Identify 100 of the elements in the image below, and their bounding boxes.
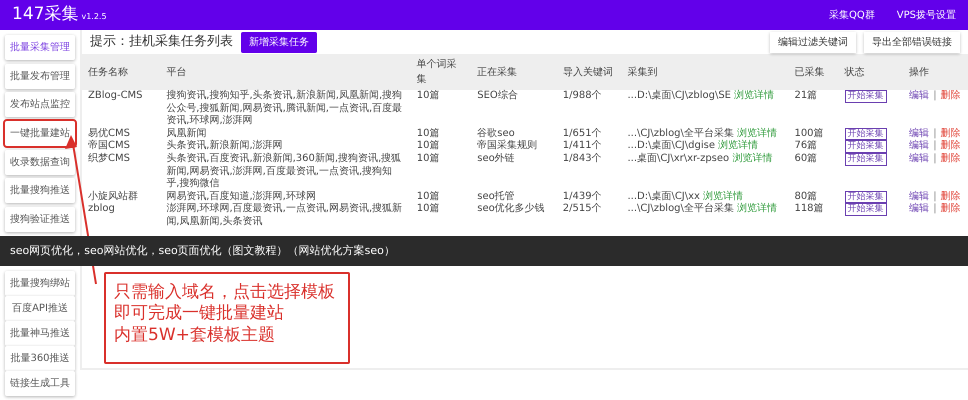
sidebar-item[interactable]: 批量搜狗推送 — [5, 178, 75, 204]
table-cell-text: 76篇 — [793, 140, 818, 153]
path-text: ...\CJ\zblog\全平台采集 — [627, 203, 734, 214]
table-cell: SEO综合 — [471, 90, 557, 128]
sidebar-item[interactable]: 搜狗验证推送 — [5, 206, 75, 232]
table-cell: 10篇 — [410, 90, 472, 128]
details-link[interactable]: 浏览详情 — [703, 190, 744, 202]
table-cell-text: 帝国采集规则 — [476, 140, 538, 153]
table-cell-text: 1/411个 — [562, 140, 603, 153]
table-cell: 网易资讯,百度知道,澎湃网,环球网 — [160, 190, 411, 204]
column-header: 导入关键词 — [556, 54, 622, 90]
delete-link[interactable]: 删除 — [940, 128, 961, 138]
edit-link[interactable]: 编辑 — [909, 128, 930, 138]
start-button[interactable]: 开始采集 — [844, 128, 887, 140]
table-cell-text: 头条资讯,百度资讯,新浪新闻,360新闻,搜狗资讯,搜狐新闻,网易资讯,澎湃网,百度最资讯,一点资讯,搜狗知乎,搜狗微信 — [165, 153, 402, 190]
table-cell-text: seo优化多少钱 — [476, 203, 546, 216]
separator: | — [933, 190, 937, 202]
details-link[interactable]: 浏览详情 — [732, 153, 772, 164]
column-header: 采集到 — [621, 54, 788, 90]
column-header: 单个词采集 — [410, 54, 472, 90]
column-header: 操作 — [903, 54, 968, 90]
delete-link[interactable]: 删除 — [940, 140, 961, 152]
table-cell-text: 10篇 — [416, 153, 440, 166]
start-button[interactable]: 开始采集 — [844, 190, 887, 204]
table-cell: 21篇 — [788, 90, 839, 128]
table-cell-text: 10篇 — [416, 203, 440, 216]
sidebar-item[interactable]: 百度API推送 — [5, 296, 75, 321]
table-cell: ZBlog-CMS — [82, 90, 160, 128]
start-button[interactable]: 开始采集 — [844, 153, 887, 166]
edit-link[interactable]: 编辑 — [909, 90, 930, 101]
path-text: ...D:\桌面\CJ\zblog\SE — [627, 90, 732, 101]
table-cell: 易优CMS — [82, 128, 160, 140]
details-link[interactable]: 浏览详情 — [734, 90, 774, 101]
edit-link[interactable]: 编辑 — [909, 153, 930, 164]
callout-text: 内置5W+套模板主题 — [114, 324, 276, 346]
sidebar-item[interactable]: 一键批量建站 — [5, 120, 75, 146]
column-header: 状态 — [838, 54, 904, 90]
details-link[interactable]: 浏览详情 — [737, 128, 778, 138]
table-cell: 凤凰新闻 — [160, 128, 411, 140]
callout-text: 即可完成一键批量建站 — [114, 303, 285, 324]
column-header: 任务名称 — [82, 54, 160, 90]
toolbar-button[interactable]: 导出全部错误链接 — [864, 32, 960, 52]
toolbar-button[interactable]: 编辑过滤关键词 — [770, 32, 856, 52]
sidebar-item[interactable]: 批量360推送 — [5, 346, 75, 371]
path-text: ...\CJ\zblog\全平台采集 — [627, 128, 734, 138]
table-cell: 10篇 — [410, 128, 472, 140]
separator: | — [933, 140, 937, 152]
separator: | — [933, 90, 937, 101]
version-label: v1.2.5 — [81, 11, 107, 24]
sidebar-item[interactable]: 批量发布管理 — [5, 64, 75, 89]
delete-link[interactable]: 删除 — [940, 90, 961, 101]
table-cell-text: 60篇 — [793, 153, 818, 166]
delete-link[interactable]: 删除 — [940, 190, 961, 202]
delete-link[interactable]: 删除 — [940, 203, 961, 214]
table-cell-text: 2/515个 — [562, 203, 603, 216]
table-cell: 谷歌seo — [471, 128, 557, 140]
start-button[interactable]: 开始采集 — [844, 90, 887, 103]
table-cell-text: zblog — [87, 203, 116, 216]
table-cell-text: 1/439个 — [562, 190, 603, 203]
separator: | — [933, 203, 937, 214]
path-text: ...D:\桌面\CJ\xx — [627, 190, 700, 202]
sidebar-item[interactable]: 批量采集管理 — [5, 35, 75, 60]
path-text: ...D:\桌面\CJ\dgise — [627, 140, 715, 152]
details-link[interactable]: 浏览详情 — [737, 203, 778, 214]
edit-link[interactable]: 编辑 — [909, 203, 930, 214]
sidebar-item[interactable]: 批量搜狗绑站 — [5, 271, 75, 296]
app-title: 147采集 — [12, 3, 78, 26]
table-cell: 100篇 — [788, 128, 839, 140]
edit-link[interactable]: 编辑 — [909, 140, 930, 152]
column-header: 正在采集 — [471, 54, 557, 90]
delete-link[interactable]: 删除 — [940, 153, 961, 164]
details-link[interactable]: 浏览详情 — [718, 140, 758, 152]
table-cell: 80篇 — [788, 190, 839, 204]
table-cell-text: 澎湃网,环球网,百度最资讯,一点资讯,网易资讯,搜狐新闻,凤凰新闻,头条资讯 — [165, 203, 404, 228]
sidebar-item[interactable]: 发布站点监控 — [5, 92, 75, 118]
edit-link[interactable]: 编辑 — [909, 190, 930, 202]
hint-text: 提示：挂机采集任务列表 — [90, 33, 233, 52]
table-cell: 1/988个 — [556, 90, 622, 128]
sidebar-item[interactable]: 批量神马推送 — [5, 321, 75, 346]
table-cell: 织梦CMS — [82, 153, 160, 191]
header-link[interactable]: VPS拨号设置 — [896, 8, 956, 22]
separator: | — [933, 153, 937, 164]
start-button[interactable]: 开始采集 — [844, 140, 887, 154]
header-link[interactable]: 采集QQ群 — [829, 8, 875, 22]
table-cell: 搜狗资讯,搜狗知乎,头条资讯,新浪新闻,凤凰新闻,搜狗公众号,搜狐新闻,网易资讯,腾讯新闻,一点资讯,百度最资讯,环球网,澎湃网 — [160, 90, 411, 128]
separator: | — [933, 128, 937, 138]
column-header: 平台 — [160, 54, 411, 90]
table-cell: seo托管 — [471, 190, 557, 204]
table-cell: seo外链 — [471, 153, 557, 191]
table-cell: 1/651个 — [556, 128, 622, 140]
table-cell: 1/843个 — [556, 153, 622, 191]
add-task-button[interactable]: 新增采集任务 — [241, 32, 317, 52]
sidebar-item[interactable]: 链接生成工具 — [5, 371, 75, 396]
start-button[interactable]: 开始采集 — [844, 203, 887, 216]
table-cell: 头条资讯,新浪新闻,澎湃网 — [160, 140, 411, 154]
sidebar-item[interactable]: 收录数据查询 — [5, 150, 75, 175]
table-cell-text: 10篇 — [416, 140, 440, 153]
table-cell-text: 118篇 — [793, 203, 825, 216]
table-cell-text: 10篇 — [416, 190, 440, 203]
column-header: 已采集 — [788, 54, 839, 90]
